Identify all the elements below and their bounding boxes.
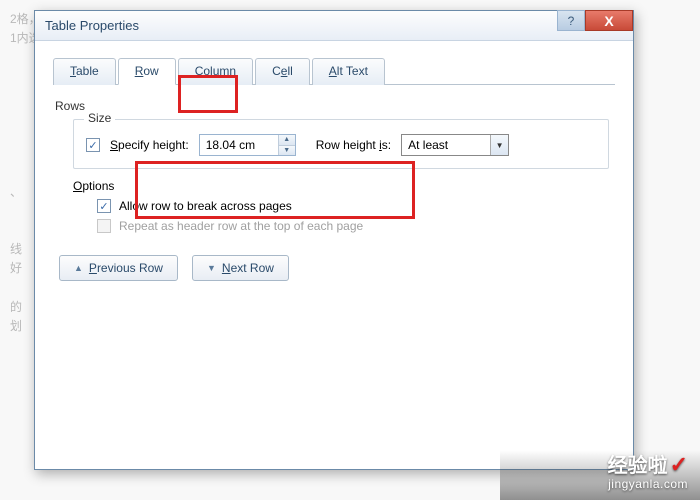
dialog-title: Table Properties xyxy=(45,18,139,33)
titlebar: Table Properties ? X xyxy=(35,11,633,41)
watermark: 经验啦✓ jingyanla.com xyxy=(608,452,688,492)
allow-break-row: ✓ Allow row to break across pages xyxy=(97,199,609,213)
row-height-is-value: At least xyxy=(402,135,490,155)
height-spin-up[interactable]: ▲ xyxy=(279,135,295,146)
specify-height-label: Specify height: xyxy=(110,138,189,152)
previous-row-button[interactable]: ▲ Previous Row xyxy=(59,255,178,281)
height-spin-down[interactable]: ▼ xyxy=(279,146,295,156)
tab-strip: Table Row Column Cell Alt Text xyxy=(53,57,615,85)
help-button[interactable]: ? xyxy=(557,10,585,31)
close-button[interactable]: X xyxy=(585,10,633,31)
nav-row: ▲ Previous Row ▼ Next Row xyxy=(59,255,615,281)
allow-break-checkbox[interactable]: ✓ xyxy=(97,199,111,213)
watermark-url: jingyanla.com xyxy=(608,478,688,492)
next-row-button[interactable]: ▼ Next Row xyxy=(192,255,289,281)
tab-column[interactable]: Column xyxy=(178,58,253,85)
options-legend: Options xyxy=(73,179,609,193)
size-legend: Size xyxy=(84,111,115,125)
height-spinner[interactable]: ▲ ▼ xyxy=(199,134,296,156)
tab-cell[interactable]: Cell xyxy=(255,58,310,85)
tab-alt-text[interactable]: Alt Text xyxy=(312,58,385,85)
dialog-body: Table Row Column Cell Alt Text Rows Size… xyxy=(35,41,633,297)
allow-break-label: Allow row to break across pages xyxy=(119,199,292,213)
repeat-header-row: Repeat as header row at the top of each … xyxy=(97,219,609,233)
window-controls: ? X xyxy=(557,10,633,31)
size-group: Size ✓ Specify height: ▲ ▼ Row height is… xyxy=(73,119,609,169)
rows-label: Rows xyxy=(55,99,615,113)
tab-row[interactable]: Row xyxy=(118,58,176,85)
check-icon: ✓ xyxy=(670,452,688,477)
repeat-header-label: Repeat as header row at the top of each … xyxy=(119,219,363,233)
row-height-is-label: Row height is: xyxy=(316,138,391,152)
tab-table[interactable]: Table xyxy=(53,58,116,85)
combo-dropdown-button[interactable]: ▼ xyxy=(490,135,508,155)
repeat-header-checkbox xyxy=(97,219,111,233)
triangle-up-icon: ▲ xyxy=(74,263,83,273)
triangle-down-icon: ▼ xyxy=(207,263,216,273)
height-input[interactable] xyxy=(200,135,278,155)
row-height-is-combo[interactable]: At least ▼ xyxy=(401,134,509,156)
table-properties-dialog: Table Properties ? X Table Row Column Ce… xyxy=(34,10,634,470)
specify-height-checkbox[interactable]: ✓ xyxy=(86,138,100,152)
